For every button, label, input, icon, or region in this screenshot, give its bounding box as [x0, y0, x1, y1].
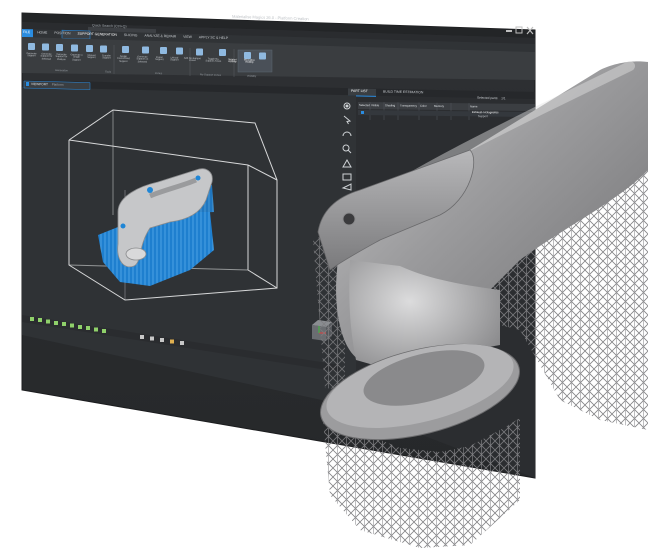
manual-support-button[interactable]: Manual Support [85, 53, 98, 62]
tab-support-generation[interactable]: SUPPORT GENERATION [77, 31, 116, 37]
generate-support-on-selected-button[interactable]: Generate Support on Selected [134, 55, 151, 64]
group-zones: Zones [154, 71, 163, 76]
tab-slicing[interactable]: SLICING [124, 32, 138, 37]
col-visible[interactable]: Visible [371, 103, 379, 107]
microslice-visibility-label[interactable]: Microslice Visibility [242, 58, 257, 67]
row-checkbox [361, 111, 364, 114]
col-shading[interactable]: Shading [385, 103, 395, 107]
viewport-tab-icon [26, 82, 29, 86]
generate-support-selected-button[interactable]: Generate Support for Selected [40, 52, 53, 61]
col-memory[interactable]: Memory [434, 104, 444, 108]
viewport-tab-label[interactable]: VIEWPORT Platform [30, 81, 64, 87]
scene-svg [21, 12, 648, 548]
tab-view[interactable]: VIEW [183, 34, 192, 39]
selected-parts: Selected parts: 1/1 [476, 95, 506, 100]
selected-parts-value: 1/1 [501, 95, 506, 100]
group-generation: Generation [54, 69, 68, 73]
add-no-support-zones-button[interactable]: Add No-Support Zones [183, 56, 202, 65]
toggle-no-support-zones-button[interactable]: Toggle No-Support Zones [204, 57, 223, 66]
col-selected[interactable]: Selected [359, 103, 370, 107]
tab-position[interactable]: POSITION [54, 30, 70, 35]
part-list-row-support[interactable]: Support [478, 114, 488, 118]
assign-customized-support-button[interactable]: Assign Customized Support [115, 54, 132, 63]
col-color[interactable]: Color [420, 104, 427, 108]
generate-support-platform-button[interactable]: Generate Support for Platform [55, 52, 68, 61]
panel-tab-part-list-label[interactable]: PART LIST [351, 89, 368, 94]
tab-analyze-repair[interactable]: ANALYZE & REPAIR [144, 33, 176, 38]
group-tools: Tools [104, 70, 112, 74]
export-support-button[interactable]: Export Support [153, 55, 166, 64]
tab-home[interactable]: HOME [37, 30, 47, 35]
minimize-button [506, 30, 512, 32]
generate-single-support-button[interactable]: Generate a Single Support [70, 53, 83, 62]
col-transparency[interactable]: Transparency [400, 104, 417, 108]
col-name[interactable]: Name [470, 104, 478, 108]
tab-apply-help[interactable]: APPLY SC & HELP [199, 35, 228, 40]
panel-tab-build-time-label[interactable]: BUILD TIME ESTIMATION [383, 89, 423, 94]
viewport-tab-extra: Platform [51, 82, 64, 87]
selected-parts-label: Selected parts: [476, 95, 499, 100]
group-visibility: Visibility [246, 74, 257, 78]
support-visibility-label[interactable]: Support Visibility [225, 58, 240, 66]
viewport-tab-title: VIEWPORT [30, 81, 48, 86]
transfer-support-button[interactable]: Transfer Support [100, 54, 113, 63]
screenshot-scene: Materialise Magics 26.0 - Platform Creat… [0, 0, 648, 552]
generate-support-button[interactable]: Generate Support [25, 52, 38, 61]
tab-file[interactable]: FILE [23, 30, 30, 35]
flange-hole [342, 212, 356, 226]
unload-support-button[interactable]: Unload Support [168, 56, 181, 65]
